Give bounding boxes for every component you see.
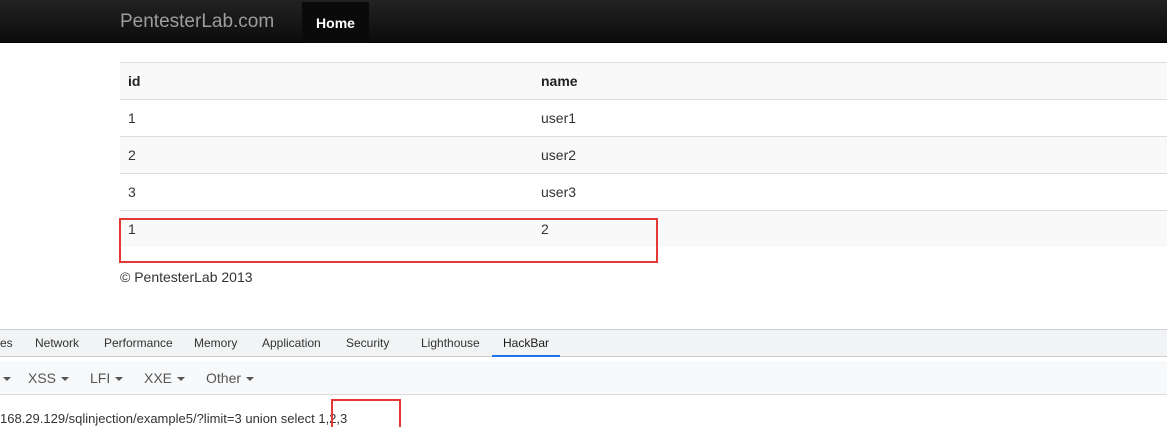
hackbar-url-input[interactable]: 168.29.129/sqlinjection/example5/?limit=… bbox=[0, 411, 1167, 427]
column-header-name: name bbox=[541, 73, 578, 89]
tab-application[interactable]: Application bbox=[262, 330, 321, 357]
cell-name: user1 bbox=[541, 110, 577, 126]
cell-name: user3 bbox=[541, 184, 577, 200]
cell-id: 1 bbox=[128, 110, 136, 126]
chevron-down-icon bbox=[115, 377, 124, 382]
tab-security[interactable]: Security bbox=[346, 330, 389, 357]
xxe-menu-label: XXE bbox=[144, 370, 173, 386]
tab-memory[interactable]: Memory bbox=[194, 330, 237, 357]
payload-highlight bbox=[331, 399, 401, 427]
tab-lighthouse[interactable]: Lighthouse bbox=[421, 330, 480, 357]
tab-performance[interactable]: Performance bbox=[104, 330, 173, 357]
cell-id: 2 bbox=[128, 147, 136, 163]
chevron-down-icon bbox=[61, 377, 70, 382]
xss-menu-dropdown[interactable]: XSS bbox=[28, 370, 70, 386]
cell-name: user2 bbox=[541, 147, 577, 163]
table-header-row: id name bbox=[120, 62, 1167, 99]
other-menu-label: Other bbox=[206, 370, 242, 386]
lfi-menu-dropdown[interactable]: LFI bbox=[90, 370, 124, 386]
other-menu-dropdown[interactable]: Other bbox=[206, 370, 255, 386]
table-row: 2 user2 bbox=[120, 136, 1167, 173]
table-row: 1 user1 bbox=[120, 99, 1167, 136]
devtools-tab-bar: es Network Performance Memory Applicatio… bbox=[0, 329, 1167, 357]
tab-network[interactable]: Network bbox=[35, 330, 79, 357]
hackbar-toolbar: XSS LFI XXE Other bbox=[0, 361, 1167, 395]
column-header-id: id bbox=[128, 73, 141, 89]
tab-hackbar[interactable]: HackBar bbox=[492, 330, 561, 357]
chevron-down-icon bbox=[177, 377, 186, 382]
tab-sources[interactable]: es bbox=[0, 330, 13, 357]
xxe-menu-dropdown[interactable]: XXE bbox=[144, 370, 186, 386]
previous-menu-dropdown[interactable] bbox=[0, 370, 11, 386]
nav-home-link[interactable]: Home bbox=[302, 2, 369, 43]
chevron-down-icon bbox=[246, 377, 255, 382]
lfi-menu-label: LFI bbox=[90, 370, 111, 386]
top-navbar: PentesterLab.com Home bbox=[0, 0, 1167, 43]
brand-link[interactable]: PentesterLab.com bbox=[120, 11, 274, 33]
xss-menu-label: XSS bbox=[28, 370, 57, 386]
chevron-down-icon bbox=[3, 377, 11, 382]
cell-id: 3 bbox=[128, 184, 136, 200]
table-row: 3 user3 bbox=[120, 173, 1167, 210]
page-footer: © PentesterLab 2013 bbox=[120, 269, 253, 285]
injected-row-highlight bbox=[119, 218, 658, 263]
